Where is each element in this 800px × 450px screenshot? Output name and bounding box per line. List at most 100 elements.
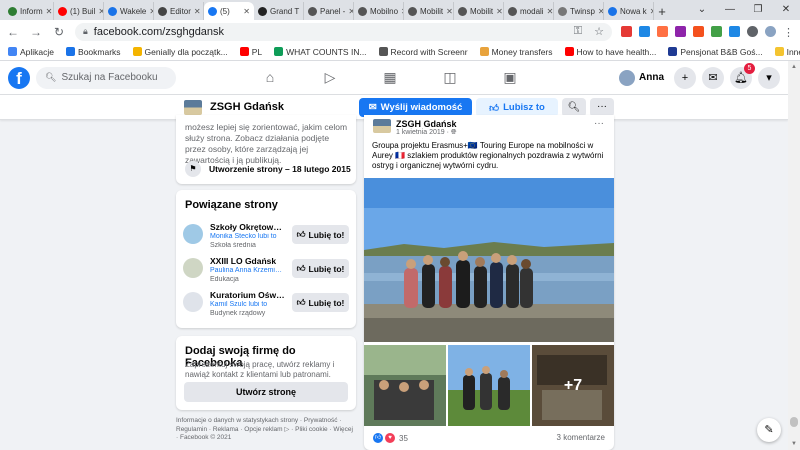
related-page-logo[interactable] [183, 224, 203, 244]
extension-icon[interactable] [675, 26, 686, 37]
related-page-name[interactable]: Szkoły Okrętowe i ... [210, 222, 285, 232]
facebook-search-box[interactable]: 🔍︎ Szukaj na Facebooku [36, 66, 176, 89]
forward-button[interactable]: → [29, 25, 43, 39]
extension-icon[interactable] [711, 26, 722, 37]
tab-favicon [258, 6, 267, 16]
related-page-logo[interactable] [183, 258, 203, 278]
bookmark-item[interactable]: WHAT COUNTS IN... [274, 47, 367, 57]
bookmark-item[interactable]: Genially dla początk... [132, 47, 228, 57]
bookmark-item[interactable]: PL [239, 47, 262, 57]
related-page-liked-by[interactable]: Monika Stecko lubi to [210, 233, 285, 240]
maximize-button[interactable]: ❐ [744, 0, 772, 20]
related-page-name[interactable]: XXIII LO Gdańsk [210, 256, 285, 266]
extension-icon[interactable] [621, 26, 632, 37]
extension-icon[interactable] [657, 26, 668, 37]
like-page-button[interactable]: 👍︎ Lubię to! [292, 259, 349, 278]
scroll-up-arrow[interactable]: ▲ [788, 61, 800, 73]
extension-icon[interactable] [639, 26, 650, 37]
post-thumbnail-more[interactable]: +7 [532, 345, 614, 426]
groups-icon[interactable]: ◫ [420, 69, 480, 86]
facebook-logo[interactable]: f [8, 66, 30, 89]
related-page-logo[interactable] [183, 292, 203, 312]
related-page-liked-by[interactable]: Kamil Szulc lubi to [210, 301, 285, 308]
browser-tab[interactable]: Mobilno✕ [354, 2, 404, 20]
marketplace-icon[interactable]: ▦ [360, 69, 420, 86]
browser-tab[interactable]: Wakele✕ [104, 2, 154, 20]
browser-tab[interactable]: Mobilit ✕ [404, 2, 454, 20]
post-main-photo[interactable] [364, 178, 614, 342]
bookmark-item[interactable]: Aplikacje [8, 47, 54, 57]
extension-icon[interactable] [693, 26, 704, 37]
reactions-summary[interactable]: 👍︎ ♥ 35 [373, 433, 408, 443]
address-bar[interactable]: 🔒︎ facebook.com/zsghgdansk ⚿ ☆ [75, 22, 612, 41]
home-icon[interactable]: ⌂ [240, 69, 300, 86]
reload-button[interactable]: ↻ [52, 25, 66, 39]
tab-close-icon[interactable]: ✕ [496, 7, 503, 16]
tab-close-icon[interactable]: ✕ [46, 7, 53, 16]
scrollbar-thumb[interactable] [790, 417, 798, 427]
tab-close-icon[interactable]: ✕ [446, 7, 453, 16]
folder-icon [774, 47, 784, 56]
browser-tab[interactable]: Nowa k✕ [604, 2, 654, 20]
page-title[interactable]: ZSGH Gdańsk [210, 101, 284, 113]
browser-tab[interactable]: (5) ✕ [204, 2, 254, 20]
menu-kebab-icon[interactable]: ⋮ [783, 26, 794, 39]
post-thumbnail[interactable] [448, 345, 530, 426]
tab-close-icon[interactable]: ✕ [547, 7, 553, 16]
bookmark-item[interactable]: Record with Screenr [378, 47, 468, 57]
new-message-compose-icon[interactable]: ✎ [757, 418, 781, 442]
post-author-name[interactable]: ZSGH Gdańsk [396, 119, 457, 129]
gaming-icon[interactable]: ▣ [480, 69, 540, 86]
like-page-button[interactable]: 👍︎ Lubię to! [292, 225, 349, 244]
bookmark-item[interactable]: Money transfers [479, 47, 553, 57]
post-date[interactable]: 1 kwietnia 2019 · 🌐︎ [396, 129, 456, 137]
account-menu-chevron-icon[interactable]: ▾ [758, 66, 780, 89]
comments-count[interactable]: 3 komentarze [557, 433, 605, 442]
post-options-icon[interactable]: ··· [594, 118, 604, 129]
page-avatar[interactable] [184, 100, 202, 115]
browser-tab[interactable]: Editor ✕ [154, 2, 204, 20]
browser-tab[interactable]: Mobilit ✕ [454, 2, 504, 20]
bookmark-item[interactable]: Bookmarks [66, 47, 121, 57]
watch-icon[interactable]: ▷ [300, 69, 360, 86]
notifications-bell-icon[interactable]: 🔔︎ 5 [730, 62, 755, 89]
like-page-button[interactable]: 👍︎ Lubię to! [292, 293, 349, 312]
lock-icon[interactable]: 🔒︎ [83, 26, 88, 37]
transparency-card: możesz lepiej się zorientować, jakim cel… [176, 115, 356, 184]
tab-close-icon[interactable]: ✕ [194, 7, 201, 16]
related-page-liked-by[interactable]: Paulina Anna Krzemińsk... [210, 267, 285, 274]
page-footer-links[interactable]: Informacje o danych w statystykach stron… [176, 417, 356, 443]
bookmark-star-icon[interactable]: ☆ [594, 25, 604, 38]
facebook-search-input[interactable]: Szukaj na Facebooku [61, 72, 157, 83]
close-window-button[interactable]: ✕ [772, 0, 800, 20]
url-text[interactable]: facebook.com/zsghgdansk [94, 26, 224, 38]
back-button[interactable]: ← [6, 25, 20, 39]
browser-tab[interactable]: Grand T✕ [254, 2, 304, 20]
tab-close-icon[interactable]: ✕ [243, 7, 250, 16]
create-plus-icon[interactable]: + [674, 66, 696, 89]
minimize-button[interactable]: — [716, 0, 744, 20]
browser-tab[interactable]: (1) Buil✕ [54, 2, 104, 20]
key-icon[interactable]: ⚿ [574, 25, 582, 38]
messenger-icon[interactable]: ✉ [702, 66, 724, 89]
browser-tab[interactable]: Inform ✕ [4, 2, 54, 20]
page-created-row: ⚑ Utworzenie strony – 18 lutego 2015 [185, 161, 351, 177]
new-tab-button[interactable]: + [654, 4, 670, 20]
create-page-button[interactable]: Utwórz stronę [184, 382, 348, 402]
bookmark-item[interactable]: Pensjonat B&B Goś... [668, 47, 763, 57]
bookmark-other-folder[interactable]: Inne zakładki [774, 47, 800, 57]
post-thumbnail[interactable] [364, 345, 446, 426]
puzzle-icon[interactable] [747, 26, 758, 37]
page-scrollbar[interactable]: ▲ ▼ [788, 61, 800, 450]
dropdown-icon[interactable]: ⌄ [688, 0, 716, 20]
related-page-name[interactable]: Kuratorium Oświat... [210, 290, 285, 300]
post-author-avatar[interactable] [373, 119, 391, 133]
profile-shortcut[interactable]: Anna [619, 69, 668, 86]
browser-tab[interactable]: modali ✕ [504, 2, 554, 20]
scroll-down-arrow[interactable]: ▼ [788, 438, 800, 450]
bookmark-item[interactable]: How to have health... [564, 47, 656, 57]
browser-tab[interactable]: Panel -✕ [304, 2, 354, 20]
browser-tab[interactable]: Twinsp ✕ [554, 2, 604, 20]
extension-icon[interactable] [729, 26, 740, 37]
profile-avatar[interactable] [765, 26, 776, 37]
